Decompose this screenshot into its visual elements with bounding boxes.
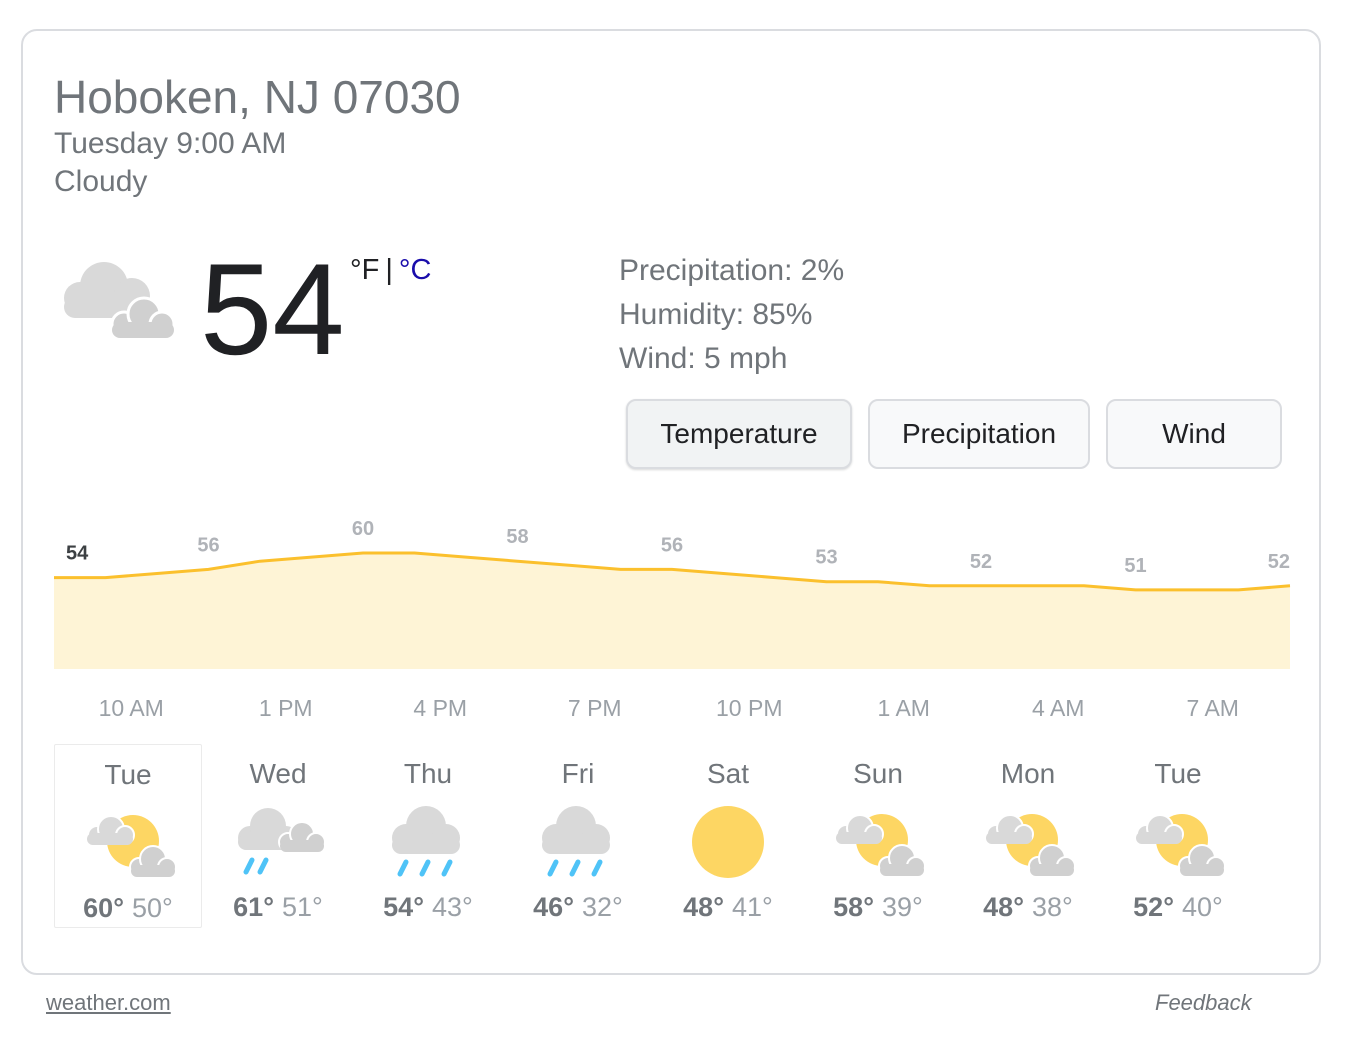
day-low: 32° (582, 892, 623, 922)
day-high: 48° (983, 892, 1024, 922)
rain-cloud-icon (238, 808, 326, 875)
feedback-link[interactable]: Feedback (1155, 990, 1252, 1016)
day-high: 60° (83, 893, 124, 923)
sun-icon (692, 806, 764, 878)
day-low: 50° (132, 893, 173, 923)
day-temps: 54° 43° (354, 892, 502, 923)
day-forecast-tue-next[interactable]: Tue 52° 40° (1104, 744, 1252, 928)
day-name: Tue (1154, 758, 1202, 789)
unit-fahrenheit[interactable]: °F (350, 254, 379, 286)
day-name: Mon (1000, 758, 1056, 789)
day-low: 38° (1032, 892, 1073, 922)
unit-separator: | (385, 254, 393, 286)
cloudy-icon (64, 262, 176, 338)
day-temps: 48° 38° (954, 892, 1102, 923)
day-low: 51° (282, 892, 323, 922)
day-temps: 61° 51° (204, 892, 352, 923)
day-high: 48° (683, 892, 724, 922)
daily-forecast: Tue 60° 50° Wed 61° 51° Thu 54° 43° Fri … (54, 744, 1254, 928)
precipitation-stat: Precipitation: 2% (619, 254, 845, 287)
datetime-label: Tuesday 9:00 AM (54, 127, 287, 160)
current-temperature: 54 (200, 236, 345, 382)
day-name: Fri (561, 758, 595, 789)
unit-toggle: °F | °C (350, 254, 431, 287)
day-high: 61° (233, 892, 274, 922)
day-name: Sun (853, 758, 903, 789)
day-low: 40° (1182, 892, 1223, 922)
humidity-stat: Humidity: 85% (619, 298, 813, 331)
partly-sunny-icon (1136, 814, 1226, 876)
day-low: 43° (432, 892, 473, 922)
day-temps: 48° 41° (654, 892, 802, 923)
day-name: Sat (706, 758, 750, 789)
day-forecast-fri[interactable]: Fri 46° 32° (504, 744, 652, 928)
day-high: 58° (833, 892, 874, 922)
tab-temperature[interactable]: Temperature (626, 399, 852, 469)
day-high: 54° (383, 892, 424, 922)
tab-wind[interactable]: Wind (1106, 399, 1282, 469)
day-low: 39° (882, 892, 923, 922)
partly-sunny-icon (986, 814, 1076, 876)
day-forecast-sun[interactable]: Sun 58° 39° (804, 744, 952, 928)
location-title: Hoboken, NJ 07030 (54, 71, 461, 123)
day-forecast-sat[interactable]: Sat 48° 41° (654, 744, 802, 928)
showers-icon (392, 806, 460, 877)
source-link[interactable]: weather.com (46, 990, 171, 1016)
day-high: 46° (533, 892, 574, 922)
day-forecast-tue[interactable]: Tue 60° 50° (54, 744, 202, 928)
partly-sunny-icon (836, 814, 926, 876)
day-forecast-mon[interactable]: Mon 48° 38° (954, 744, 1102, 928)
partly-sunny-icon (87, 815, 177, 877)
wind-stat: Wind: 5 mph (619, 342, 788, 375)
day-name: Thu (403, 758, 453, 789)
tab-precipitation[interactable]: Precipitation (868, 399, 1090, 469)
weather-stats: Precipitation: 2% Humidity: 85% Wind: 5 … (619, 249, 844, 381)
day-forecast-wed[interactable]: Wed 61° 51° (204, 744, 352, 928)
day-temps: 60° 50° (55, 893, 201, 924)
day-temps: 52° 40° (1104, 892, 1252, 923)
showers-icon (542, 806, 610, 877)
day-name: Wed (249, 758, 307, 789)
day-forecast-thu[interactable]: Thu 54° 43° (354, 744, 502, 928)
day-low: 41° (732, 892, 773, 922)
day-name: Tue (104, 759, 152, 790)
unit-celsius-link[interactable]: °C (399, 254, 432, 286)
day-temps: 46° 32° (504, 892, 652, 923)
day-temps: 58° 39° (804, 892, 952, 923)
day-high: 52° (1133, 892, 1174, 922)
condition-label: Cloudy (54, 165, 148, 198)
